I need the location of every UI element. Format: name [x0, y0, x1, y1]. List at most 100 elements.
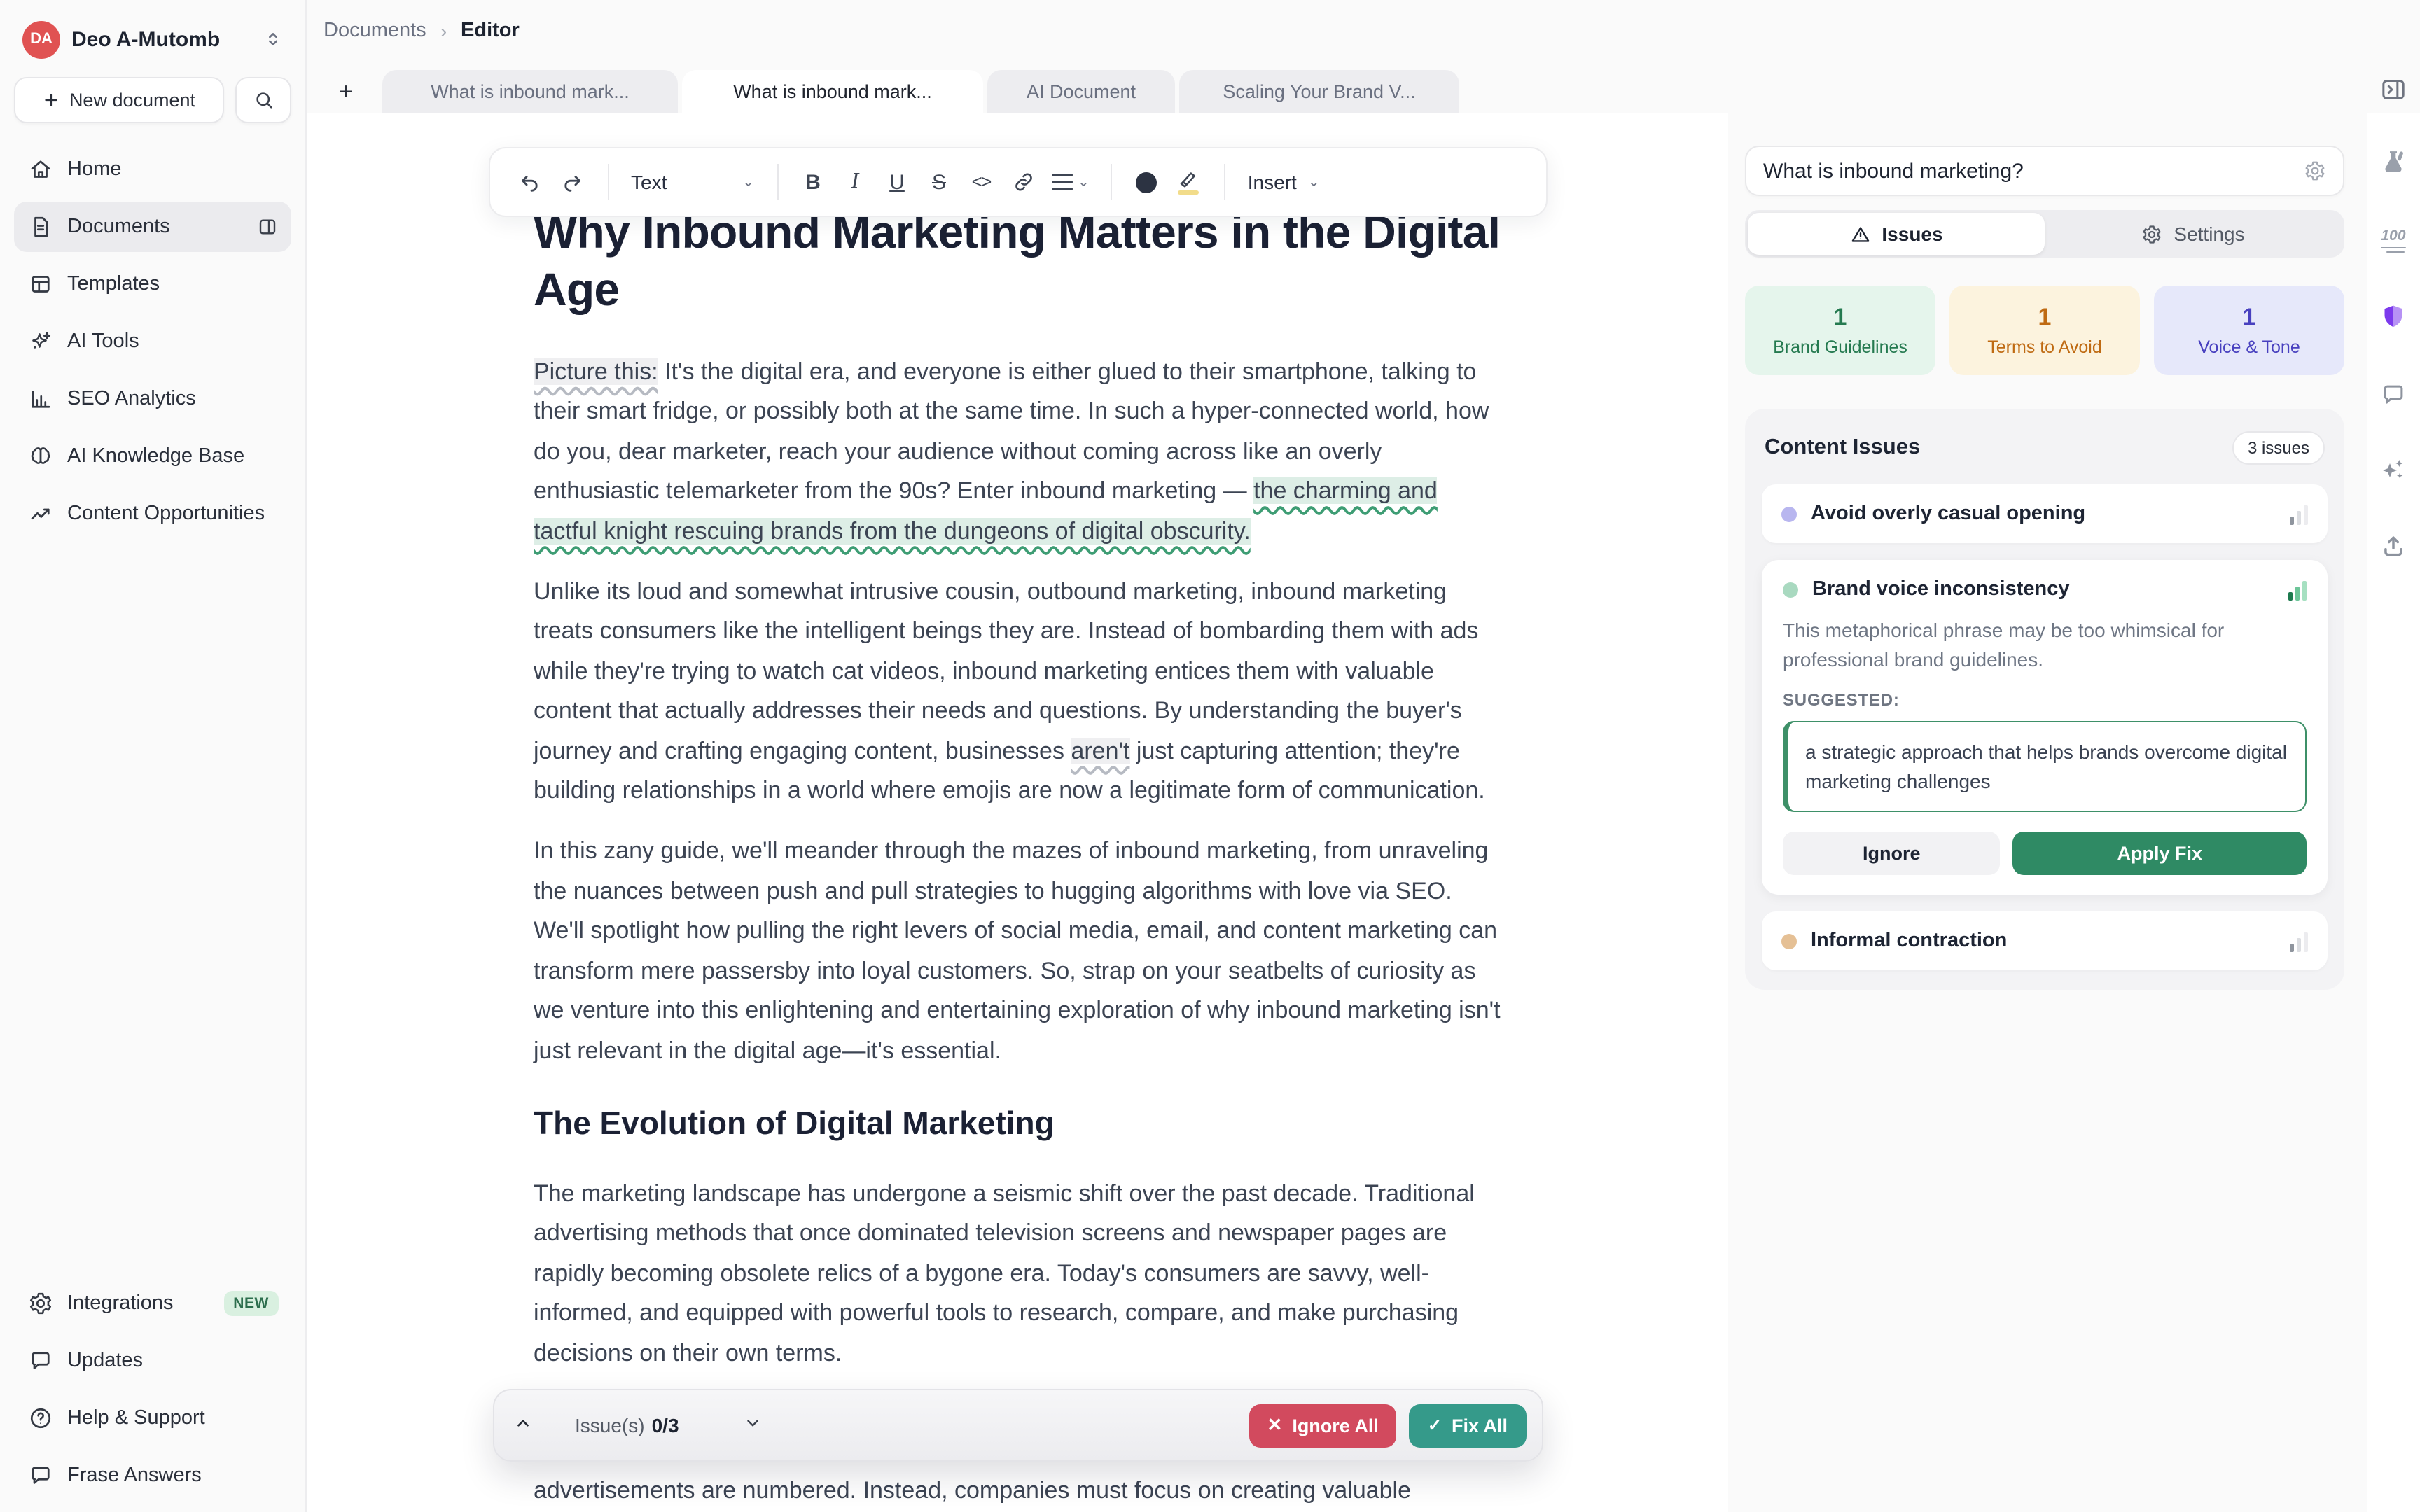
x-icon: ✕ — [1267, 1414, 1283, 1436]
profile-menu[interactable]: DA Deo A-Mutomb — [14, 20, 291, 59]
avatar: DA — [22, 20, 60, 58]
home-icon — [27, 156, 53, 183]
align-dropdown[interactable]: ⌄ — [1044, 158, 1097, 206]
profile-selector-icon[interactable] — [263, 29, 283, 49]
fix-all-button[interactable]: ✓ Fix All — [1410, 1404, 1526, 1447]
paragraph-2: Unlike its loud and somewhat intrusive c… — [534, 573, 1501, 811]
sidebar-item-integrations[interactable]: Integrations NEW — [14, 1278, 291, 1329]
score-100-icon[interactable]: 100 — [2381, 229, 2406, 253]
issue-highlight-casual-opening[interactable]: Picture this: — [534, 358, 658, 385]
sidebar-item-frase-answers[interactable]: Frase Answers — [14, 1450, 291, 1501]
stat-brand-guidelines[interactable]: 1 Brand Guidelines — [1745, 286, 1935, 375]
new-document-button[interactable]: New document — [14, 77, 224, 123]
code-button[interactable]: <> — [960, 158, 1002, 206]
add-tab-button[interactable]: + — [332, 70, 360, 113]
share-upload-icon[interactable] — [2380, 533, 2407, 559]
issue-card-casual-opening[interactable]: Avoid overly casual opening — [1762, 484, 2328, 543]
section-heading: The Evolution of Digital Marketing — [534, 1105, 1501, 1142]
document-title: Why Inbound Marketing Matters in the Dig… — [534, 203, 1501, 318]
ignore-all-button[interactable]: ✕ Ignore All — [1249, 1404, 1397, 1447]
sidebar-item-ai-knowledge-base[interactable]: AI Knowledge Base — [14, 431, 291, 482]
query-input[interactable] — [1763, 159, 2304, 183]
tab-ai-document[interactable]: AI Document — [987, 70, 1175, 113]
collapse-bar-button[interactable] — [513, 1414, 544, 1436]
tab-issues[interactable]: Issues — [1748, 213, 2045, 255]
issue-card-informal-contraction[interactable]: Informal contraction — [1762, 911, 2328, 970]
issues-label: Issue(s) — [575, 1414, 645, 1436]
issue-stats: 1 Brand Guidelines 1 Terms to Avoid 1 Vo… — [1745, 286, 2344, 375]
stat-terms-to-avoid[interactable]: 1 Terms to Avoid — [1949, 286, 2140, 375]
undo-button[interactable] — [509, 158, 551, 206]
toggle-panel-icon[interactable] — [2379, 76, 2407, 104]
sidebar-item-seo-analytics[interactable]: SEO Analytics — [14, 374, 291, 424]
highlighter-icon — [1178, 169, 1199, 195]
sidebar-item-label: AI Tools — [67, 330, 139, 353]
strikethrough-button[interactable]: S — [918, 158, 960, 206]
sidebar-item-label: Integrations — [67, 1292, 174, 1315]
workspace: Text ⌄ B I U S <> ⌄ — [307, 113, 2420, 1512]
sidebar-item-content-opportunities[interactable]: Content Opportunities — [14, 489, 291, 539]
sidebar-item-ai-tools[interactable]: AI Tools — [14, 316, 291, 367]
text-color-button[interactable] — [1126, 158, 1168, 206]
stat-count: 1 — [2038, 304, 2052, 332]
comment-icon[interactable] — [2380, 382, 2407, 408]
stat-count: 1 — [2243, 304, 2256, 332]
issues-panel: Issues Settings 1 Brand Guidelines 1 Ter… — [1728, 113, 2367, 1512]
stat-voice-tone[interactable]: 1 Voice & Tone — [2154, 286, 2344, 375]
severity-indicator — [2290, 503, 2308, 524]
brand-shield-icon[interactable] — [2379, 302, 2407, 330]
text-style-label: Text — [631, 171, 667, 193]
lab-flask-icon[interactable] — [2379, 148, 2407, 176]
issue-card-brand-voice[interactable]: Brand voice inconsistency This metaphori… — [1762, 560, 2328, 895]
document-body[interactable]: Why Inbound Marketing Matters in the Dig… — [534, 113, 1501, 1512]
score-value: 100 — [2381, 229, 2405, 244]
underline-button[interactable]: U — [876, 158, 918, 206]
content-issues-title: Content Issues — [1765, 435, 1920, 461]
issue-description: This metaphorical phrase may be too whim… — [1783, 616, 2307, 673]
chevron-down-icon: ⌄ — [742, 174, 754, 190]
bold-button[interactable]: B — [792, 158, 834, 206]
tab-settings[interactable]: Settings — [2045, 213, 2342, 255]
apply-fix-button[interactable]: Apply Fix — [2013, 832, 2307, 875]
highlight-button[interactable] — [1168, 158, 1210, 206]
link-button[interactable] — [1002, 158, 1044, 206]
tab-document-2-active[interactable]: What is inbound mark... — [682, 70, 983, 113]
italic-button[interactable]: I — [834, 158, 876, 206]
breadcrumb-editor: Editor — [461, 20, 520, 42]
text-style-dropdown[interactable]: Text ⌄ — [623, 171, 763, 193]
main-area: Documents › Editor + What is inbound mar… — [307, 0, 2420, 1512]
sidebar-item-templates[interactable]: Templates — [14, 259, 291, 309]
sidebar-item-label: Updates — [67, 1350, 143, 1372]
color-dot-icon — [1136, 172, 1157, 192]
query-settings-icon[interactable] — [2304, 160, 2326, 182]
ignore-all-label: Ignore All — [1292, 1415, 1379, 1436]
ai-sparkles-icon[interactable] — [2379, 456, 2407, 484]
query-box[interactable] — [1745, 146, 2344, 196]
sidebar-item-home[interactable]: Home — [14, 144, 291, 195]
sidebar-item-help-support[interactable]: Help & Support — [14, 1393, 291, 1443]
gear-icon — [27, 1290, 53, 1317]
sidebar-item-updates[interactable]: Updates — [14, 1336, 291, 1386]
stat-label: Voice & Tone — [2198, 337, 2300, 357]
tab-document-4[interactable]: Scaling Your Brand V... — [1179, 70, 1459, 113]
check-icon: ✓ — [1428, 1415, 1442, 1435]
issue-highlight-contraction[interactable]: aren't — [1071, 737, 1129, 764]
breadcrumb-documents[interactable]: Documents — [324, 20, 426, 42]
sidebar-item-label: Help & Support — [67, 1407, 205, 1429]
tab-document-1[interactable]: What is inbound mark... — [382, 70, 678, 113]
content-issues-box: Content Issues 3 issues Avoid overly cas… — [1745, 409, 2344, 990]
right-icon-rail: 100 — [2367, 113, 2420, 1512]
sidebar-item-label: Templates — [67, 273, 160, 295]
stat-count: 1 — [1834, 304, 1847, 332]
sidebar-item-documents[interactable]: Documents — [14, 202, 291, 252]
sidebar-item-label: AI Knowledge Base — [67, 445, 244, 468]
suggestion-text: a strategic approach that helps brands o… — [1783, 721, 2307, 812]
collapse-panel-icon[interactable] — [256, 216, 279, 238]
ignore-button[interactable]: Ignore — [1783, 832, 2001, 875]
redo-button[interactable] — [551, 158, 593, 206]
search-button[interactable] — [235, 77, 291, 123]
expand-issues-button[interactable] — [744, 1414, 762, 1436]
insert-dropdown[interactable]: Insert ⌄ — [1239, 171, 1328, 193]
stat-label: Terms to Avoid — [1987, 337, 2102, 357]
tab-strip: + What is inbound mark... What is inboun… — [307, 62, 2420, 113]
